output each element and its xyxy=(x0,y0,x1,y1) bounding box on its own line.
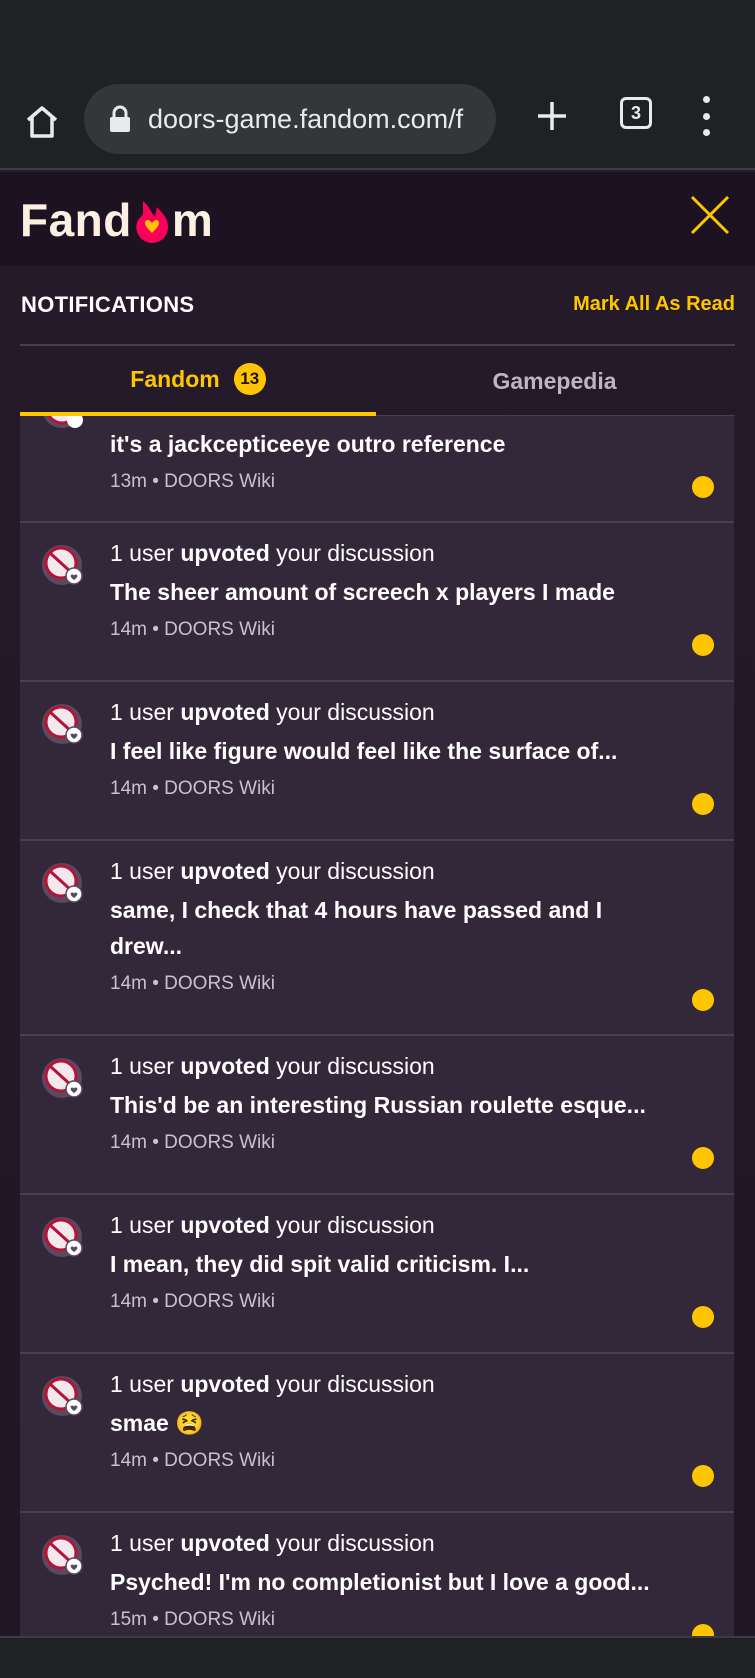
notification-title: The sheer amount of screech x players I … xyxy=(110,579,615,605)
notification-title: smae 😫 xyxy=(110,1410,204,1436)
notification-title: same, I check that 4 hours have passed a… xyxy=(110,897,603,959)
notification-action: 1 user upvoted your discussion xyxy=(110,1212,435,1238)
avatar-icon xyxy=(42,863,83,903)
unread-dot xyxy=(692,476,714,498)
notification-meta: 13m • DOORS Wiki xyxy=(110,471,275,492)
notification-item[interactable]: 1 user upvoted your discussion smae 😫 14… xyxy=(20,1354,734,1513)
address-bar[interactable]: doors-game.fandom.com/f xyxy=(84,84,496,154)
notification-item[interactable]: it's a jackcepticeeye outro reference 13… xyxy=(20,416,734,523)
notification-meta: 14m • DOORS Wiki xyxy=(110,1450,275,1471)
avatar-icon xyxy=(42,1217,83,1257)
unread-dot xyxy=(692,1306,714,1328)
notification-meta: 14m • DOORS Wiki xyxy=(110,973,275,994)
notification-title: I mean, they did spit valid criticism. I… xyxy=(110,1251,530,1277)
unread-count-badge: 13 xyxy=(233,363,266,395)
tab-switcher-button[interactable]: 3 xyxy=(620,97,652,129)
avatar-icon xyxy=(42,1376,83,1416)
unread-dot xyxy=(692,634,714,656)
notification-meta: 14m • DOORS Wiki xyxy=(110,1132,275,1153)
lock-icon xyxy=(110,105,130,132)
avatar-icon xyxy=(42,1058,83,1098)
notification-title: I feel like figure would feel like the s… xyxy=(110,738,618,764)
unread-dot xyxy=(692,1147,714,1169)
home-icon[interactable] xyxy=(22,102,62,142)
status-bar xyxy=(0,0,755,80)
flame-icon xyxy=(136,201,168,243)
notification-meta: 14m • DOORS Wiki xyxy=(110,619,275,640)
overflow-menu-icon[interactable] xyxy=(696,94,716,138)
mark-all-as-read-link[interactable]: Mark All As Read xyxy=(573,293,735,316)
tab-fandom[interactable]: Fandom 13 xyxy=(20,346,376,416)
avatar-icon xyxy=(42,704,83,744)
notification-action: 1 user upvoted your discussion xyxy=(110,1530,435,1556)
notification-list: it's a jackcepticeeye outro reference 13… xyxy=(20,416,734,1636)
new-tab-icon[interactable] xyxy=(534,98,570,134)
close-icon[interactable] xyxy=(689,194,731,236)
avatar-icon xyxy=(42,545,83,585)
notification-meta: 14m • DOORS Wiki xyxy=(110,1291,275,1312)
notification-title: Psyched! I'm no completionist but I love… xyxy=(110,1569,650,1595)
unread-dot xyxy=(692,793,714,815)
system-navigation-bar xyxy=(0,1636,755,1678)
notification-item[interactable]: 1 user upvoted your discussion This'd be… xyxy=(20,1036,734,1195)
fandom-app: Fand m NOTIFICATIONS Mark All As Read Fa… xyxy=(0,172,755,1636)
notification-item[interactable]: 1 user upvoted your discussion Psyched! … xyxy=(20,1513,734,1636)
notification-action: 1 user upvoted your discussion xyxy=(110,540,435,566)
notification-item[interactable]: 1 user upvoted your discussion I feel li… xyxy=(20,682,734,841)
notification-action: 1 user upvoted your discussion xyxy=(110,699,435,725)
notifications-header: NOTIFICATIONS Mark All As Read xyxy=(20,266,735,346)
notification-item[interactable]: 1 user upvoted your discussion same, I c… xyxy=(20,841,734,1036)
tab-gamepedia-label: Gamepedia xyxy=(492,367,617,394)
notification-action: 1 user upvoted your discussion xyxy=(110,1053,435,1079)
notification-title: This'd be an interesting Russian roulett… xyxy=(110,1092,646,1118)
tab-count: 3 xyxy=(630,102,641,123)
notification-item[interactable]: 1 user upvoted your discussion I mean, t… xyxy=(20,1195,734,1354)
avatar-icon xyxy=(42,1535,83,1575)
notification-tabs: Fandom 13 Gamepedia xyxy=(20,346,735,416)
browser-toolbar: doors-game.fandom.com/f 3 xyxy=(0,80,755,170)
notification-meta: 14m • DOORS Wiki xyxy=(110,778,275,799)
avatar-icon xyxy=(43,416,83,428)
notification-title: it's a jackcepticeeye outro reference xyxy=(110,431,506,457)
fandom-logo[interactable]: Fand m xyxy=(20,190,213,250)
unread-dot xyxy=(692,1465,714,1487)
tab-gamepedia[interactable]: Gamepedia xyxy=(376,346,733,416)
notification-action: 1 user upvoted your discussion xyxy=(110,1371,435,1397)
fandom-header: Fand m xyxy=(0,172,755,266)
url-text: doors-game.fandom.com/f xyxy=(148,103,464,134)
notification-meta: 15m • DOORS Wiki xyxy=(110,1609,275,1630)
notification-action: 1 user upvoted your discussion xyxy=(110,858,435,884)
unread-dot xyxy=(692,989,714,1011)
notification-item[interactable]: 1 user upvoted your discussion The sheer… xyxy=(20,523,734,682)
tab-fandom-label: Fandom xyxy=(130,365,220,392)
notifications-title: NOTIFICATIONS xyxy=(21,292,195,317)
